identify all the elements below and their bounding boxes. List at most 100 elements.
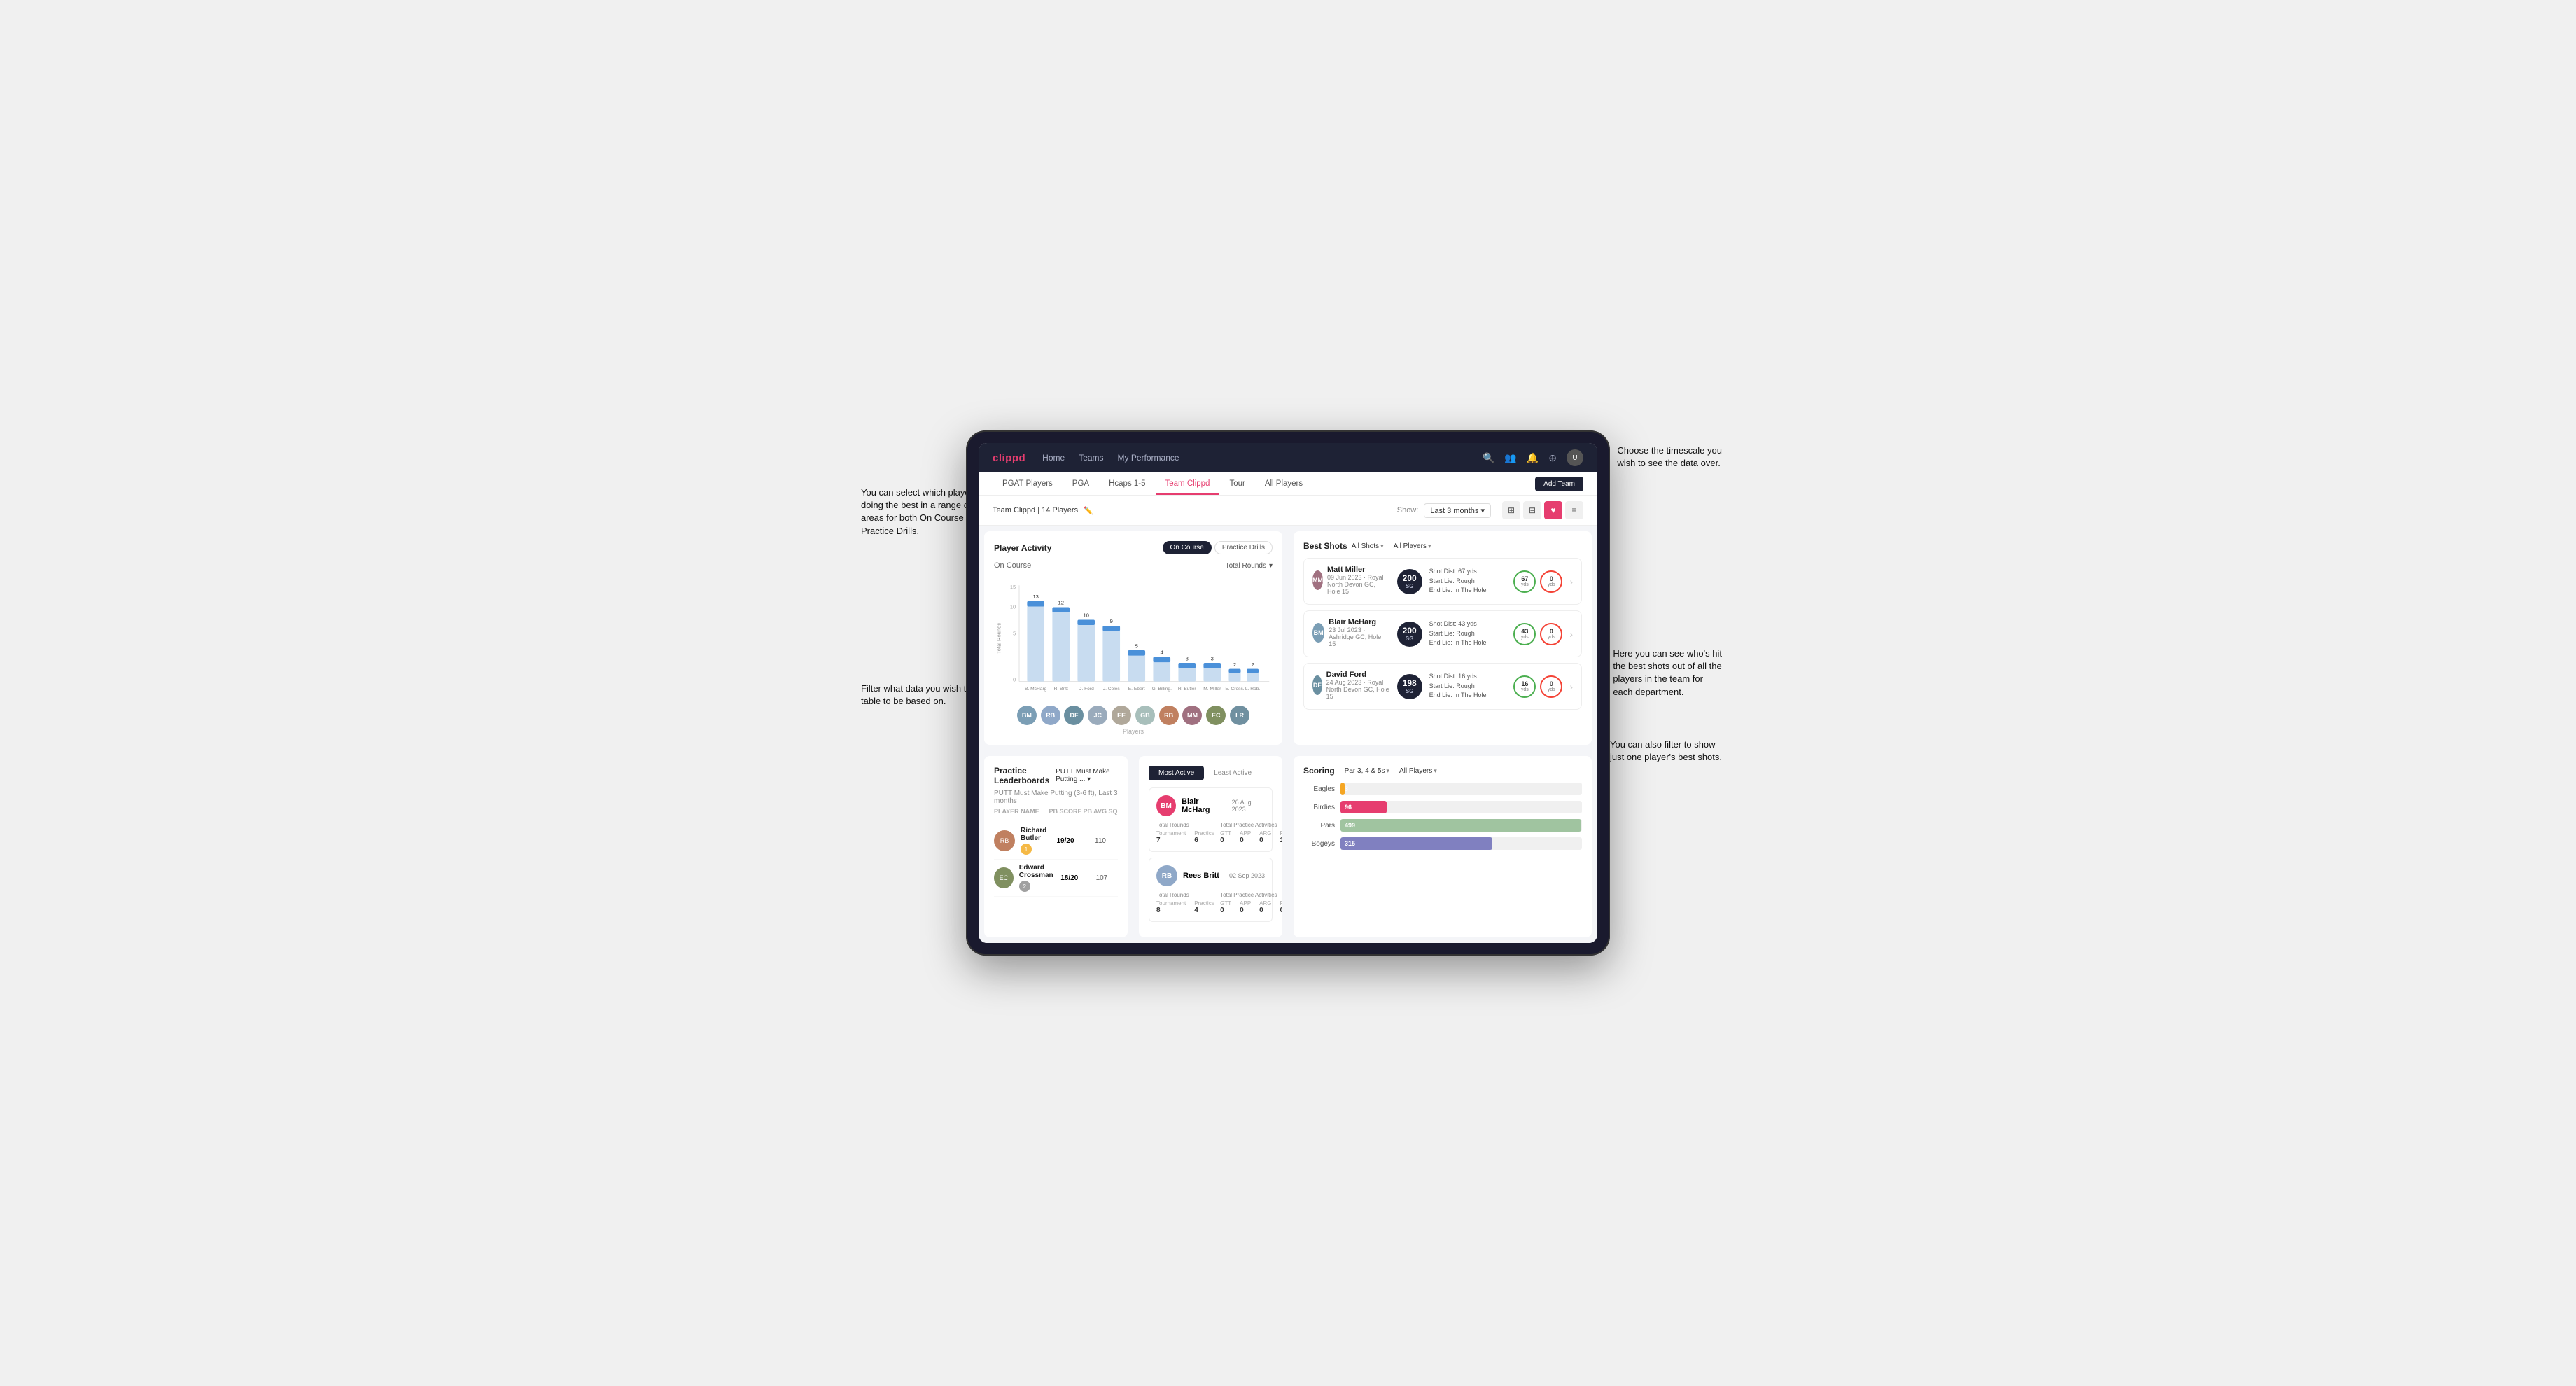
bell-icon[interactable]: 🔔	[1527, 452, 1539, 464]
chart-filter-select[interactable]: Total Rounds ▾	[1226, 562, 1273, 570]
player-name-row-0: MM Matt Miller 09 Jun 2023 · Royal North…	[1312, 566, 1390, 595]
tab-most-active[interactable]: Most Active	[1149, 766, 1204, 780]
active-practice-label-1: Total Practice Activities	[1220, 892, 1282, 898]
scoring-players-dropdown[interactable]: All Players ▾	[1399, 767, 1437, 775]
plus-icon[interactable]: ⊕	[1548, 452, 1557, 464]
shot-card-1[interactable]: BM Blair McHarg 23 Jul 2023 · Ashridge G…	[1303, 610, 1582, 657]
on-course-button[interactable]: On Course	[1163, 541, 1212, 554]
edit-icon[interactable]: ✏️	[1084, 506, 1093, 515]
tab-pgat-players[interactable]: PGAT Players	[993, 472, 1063, 495]
metric-unit-0: yds	[1521, 582, 1529, 587]
tab-all-players[interactable]: All Players	[1255, 472, 1312, 495]
view-heart-button[interactable]: ♥	[1544, 501, 1562, 519]
scoring-header: Scoring Par 3, 4 & 5s ▾ All Players ▾	[1303, 766, 1582, 776]
tab-least-active[interactable]: Least Active	[1204, 766, 1261, 780]
shot-badge-1: 200 SG	[1397, 622, 1422, 647]
lb-drill-select[interactable]: PUTT Must Make Putting ... ▾	[1056, 768, 1118, 783]
practice-drills-button[interactable]: Practice Drills	[1214, 541, 1273, 554]
shot-sg-0: SG	[1406, 583, 1414, 589]
scoring-title: Scoring	[1303, 766, 1335, 776]
active-practice-sub-1: GTT 0 APP 0 ARG	[1220, 900, 1282, 914]
svg-text:2: 2	[1233, 662, 1236, 668]
stat-putt-val-1: 0	[1280, 906, 1282, 914]
active-player-name-1: Rees Britt	[1183, 872, 1219, 880]
player-avatar-5[interactable]: GB	[1135, 706, 1155, 725]
shot-card-2[interactable]: DF David Ford 24 Aug 2023 · Royal North …	[1303, 663, 1582, 710]
player-avatar-7[interactable]: MM	[1182, 706, 1202, 725]
chevron-down-icon: ▾	[1480, 507, 1485, 515]
shot-card-chevron-2[interactable]: ›	[1569, 681, 1573, 692]
nav-icons: 🔍 👥 🔔 ⊕ U	[1483, 449, 1583, 466]
tab-team-clippd[interactable]: Team Clippd	[1156, 472, 1220, 495]
lb-col-pb: PB SCORE	[1048, 808, 1083, 815]
lb-player-name-0: Richard Butler	[1021, 827, 1048, 842]
shot-player-info-1: BM Blair McHarg 23 Jul 2023 · Ashridge G…	[1312, 618, 1390, 650]
tab-hcaps[interactable]: Hcaps 1-5	[1099, 472, 1155, 495]
users-icon[interactable]: 👥	[1504, 452, 1516, 464]
active-player-name-0: Blair McHarg	[1182, 797, 1226, 814]
show-select[interactable]: Last 3 months ▾	[1424, 503, 1491, 518]
player-avatar-0[interactable]: BM	[1017, 706, 1037, 725]
scoring-bar-val-birdies: 96	[1345, 804, 1352, 811]
shot-end-2: End Lie: In The Hole	[1429, 691, 1507, 701]
metric-unit-r2: yds	[1548, 687, 1555, 692]
stat-putt-val-0: 1	[1280, 836, 1282, 844]
active-date-0: 26 Aug 2023	[1232, 799, 1265, 813]
shot-card-0[interactable]: MM Matt Miller 09 Jun 2023 · Royal North…	[1303, 558, 1582, 605]
metric-dist-0: 67 yds	[1513, 570, 1536, 593]
active-player-header-0: BM Blair McHarg 26 Aug 2023	[1156, 795, 1265, 816]
svg-text:2: 2	[1251, 662, 1254, 668]
stat-arg-val-1: 0	[1259, 906, 1271, 914]
svg-text:R. Butler: R. Butler	[1178, 687, 1197, 692]
player-avatar-2[interactable]: DF	[1064, 706, 1084, 725]
player-avatar-6[interactable]: RB	[1159, 706, 1179, 725]
view-grid3-button[interactable]: ⊟	[1523, 501, 1541, 519]
player-avatar-4[interactable]: EE	[1112, 706, 1131, 725]
annotation-right-1: Here you can see who's hit the best shot…	[1613, 648, 1722, 699]
shot-badge-0: 200 SG	[1397, 569, 1422, 594]
lb-name-col-1: Edward Crossman 2	[1019, 864, 1054, 892]
player-avatar-8[interactable]: EC	[1206, 706, 1226, 725]
chevron-down-icon-players: ▾	[1428, 542, 1432, 550]
players-filter-dropdown[interactable]: All Players ▾	[1394, 542, 1432, 550]
filter-bar: Team Clippd | 14 Players ✏️ Show: Last 3…	[979, 496, 1597, 526]
shot-end-0: End Lie: In The Hole	[1429, 586, 1507, 596]
view-grid2-button[interactable]: ⊞	[1502, 501, 1520, 519]
player-avatar-1[interactable]: RB	[1041, 706, 1060, 725]
nav-teams[interactable]: Teams	[1079, 453, 1103, 463]
search-icon[interactable]: 🔍	[1483, 452, 1494, 464]
scoring-filter-dropdown[interactable]: Par 3, 4 & 5s ▾	[1345, 767, 1390, 775]
metric-dist-2: 16 yds	[1513, 676, 1536, 698]
active-practice-block-0: Total Practice Activities GTT 0 APP	[1220, 822, 1282, 844]
stat-gtt-val-0: 0	[1220, 836, 1231, 844]
add-team-button[interactable]: Add Team	[1535, 477, 1583, 491]
metric-val-r2: 0	[1550, 680, 1553, 687]
shot-start-0: Start Lie: Rough	[1429, 577, 1507, 587]
tab-tour[interactable]: Tour	[1219, 472, 1254, 495]
show-label: Show:	[1397, 506, 1419, 514]
tab-pga[interactable]: PGA	[1063, 472, 1099, 495]
lb-row-1: EC Edward Crossman 2 18/20 107	[994, 860, 1118, 897]
nav-home[interactable]: Home	[1042, 453, 1065, 463]
nav-performance[interactable]: My Performance	[1118, 453, 1180, 463]
stat-tournament-label-0: Tournament	[1156, 830, 1186, 836]
shot-start-2: Start Lie: Rough	[1429, 682, 1507, 692]
svg-text:L. Rob.: L. Rob.	[1245, 687, 1261, 692]
chart-subtitle: On Course	[994, 561, 1031, 570]
view-list-button[interactable]: ≡	[1565, 501, 1583, 519]
shots-filter-dropdown[interactable]: All Shots ▾	[1352, 542, 1384, 550]
player-avatar-3[interactable]: JC	[1088, 706, 1107, 725]
svg-text:E. Cross.: E. Cross.	[1225, 687, 1244, 692]
user-avatar[interactable]: U	[1567, 449, 1583, 466]
player-avatar-9[interactable]: LR	[1230, 706, 1250, 725]
shot-sg-2: SG	[1406, 688, 1414, 694]
metric-remain-0: 0 yds	[1540, 570, 1562, 593]
shot-sg-1: SG	[1406, 636, 1414, 642]
metric-val-r0: 0	[1550, 575, 1553, 582]
players-filter-label: All Players	[1394, 542, 1427, 550]
shot-card-chevron-0[interactable]: ›	[1569, 576, 1573, 587]
player-activity-header: Player Activity On Course Practice Drill…	[994, 541, 1273, 554]
chevron-down-icon-shots: ▾	[1380, 542, 1384, 550]
shot-card-chevron-1[interactable]: ›	[1569, 629, 1573, 640]
shot-avatar-0: MM	[1312, 570, 1323, 590]
